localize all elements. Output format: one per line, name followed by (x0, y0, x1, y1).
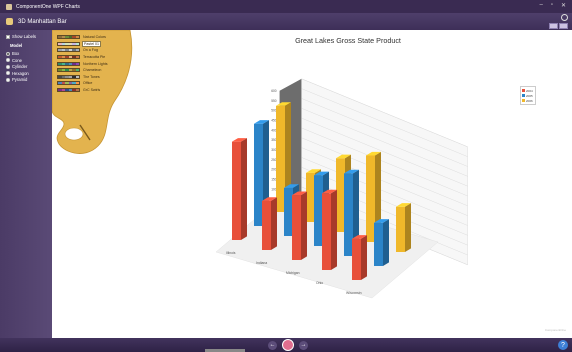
tab-code[interactable] (559, 23, 568, 29)
legend-label: 2006 (526, 98, 533, 103)
bar-michigan-2006-front (336, 158, 345, 232)
legend-swatch (522, 94, 525, 97)
bar-illinois-2004-side (241, 138, 247, 240)
bar-wisconsin-2006-side (405, 203, 411, 252)
y-tick-label: 350 (271, 138, 277, 142)
window-titlebar: ComponentOne WPF Charts – ▫ ✕ (0, 0, 572, 13)
model-option-hexagon[interactable]: Hexagon (6, 71, 52, 76)
bottom-nav-bar: ← → ? (0, 338, 572, 352)
bar-indiana-2006-front (306, 172, 315, 222)
legend-label: 2005 (526, 93, 533, 98)
watermark: ComponentOne (544, 328, 566, 332)
model-label: Cylinder (12, 64, 28, 69)
settings-gear-icon[interactable] (561, 14, 568, 21)
chart-icon (6, 18, 13, 25)
bar-indiana-2005-front (284, 187, 293, 236)
y-tick-label: 400 (271, 128, 277, 132)
sample-title: 3D Manhattan Bar (18, 18, 67, 25)
model-radio[interactable] (6, 77, 10, 82)
window-title: ComponentOne WPF Charts (16, 3, 80, 10)
y-tick-label: 450 (271, 119, 277, 123)
bar-wisconsin-2005-front (374, 222, 383, 266)
window-controls: – ▫ ✕ (539, 2, 566, 9)
chart-svg: 050100150200250300350400450500550600Illi… (215, 78, 468, 299)
y-tick-label: 300 (271, 148, 277, 152)
legend-item: 2006 (522, 98, 534, 103)
model-label: Pyramid (12, 77, 28, 82)
help-button[interactable]: ? (558, 340, 568, 350)
view-tabs (549, 23, 568, 29)
legend-label: 2004 (526, 88, 533, 93)
show-labels-label: Show Labels (12, 34, 36, 39)
model-option-cone[interactable]: Cone (6, 58, 52, 63)
bar-ohio-2004-side (331, 189, 337, 270)
tab-sample[interactable] (549, 23, 558, 29)
next-sample-button[interactable]: → (299, 340, 308, 350)
previous-sample-button[interactable]: ← (268, 340, 277, 350)
x-tick-label: Indiana (256, 261, 267, 265)
model-heading: Model (10, 43, 23, 48)
model-radio[interactable] (6, 58, 10, 62)
y-tick-label: 100 (271, 187, 277, 191)
model-radio-group: Box Cone Cylinder Hexagon Pyramid (6, 51, 52, 82)
bar-michigan-2004-front (292, 195, 301, 260)
model-label: Hexagon (12, 70, 29, 76)
home-button[interactable] (282, 339, 294, 351)
bar-michigan-2005-front (314, 175, 323, 246)
app-icon (6, 3, 12, 10)
legend-swatch (522, 89, 525, 92)
close-button[interactable]: ✕ (561, 2, 566, 9)
bar-wisconsin-2004-side (361, 235, 367, 280)
chart-area: 050100150200250300350400450500550600Illi… (52, 30, 572, 338)
sample-header: 3D Manhattan Bar (0, 13, 572, 30)
y-tick-label: 150 (271, 178, 277, 182)
bar-wisconsin-2004-front (352, 238, 361, 280)
show-labels-option[interactable]: Show Labels (6, 34, 52, 39)
y-tick-label: 500 (271, 109, 277, 113)
model-label: Cone (12, 57, 23, 63)
x-tick-label: Michigan (286, 271, 300, 275)
bar-wisconsin-2006-front (396, 206, 405, 252)
x-tick-label: Wisconsin (346, 291, 362, 295)
y-tick-label: 550 (271, 99, 277, 103)
bar-ohio-2006-front (366, 155, 375, 242)
bar-illinois-2004-front (232, 141, 241, 240)
minimize-button[interactable]: – (539, 2, 542, 9)
y-tick-label: 600 (271, 89, 277, 93)
model-radio[interactable] (6, 51, 10, 56)
show-labels-checkbox[interactable] (6, 34, 10, 39)
model-option-cylinder[interactable]: Cylinder (6, 64, 52, 69)
sample-navigation: ← → (268, 338, 308, 352)
model-option-pyramid[interactable]: Pyramid (6, 77, 52, 82)
x-tick-label: Ohio (316, 281, 323, 285)
y-tick-label: 200 (271, 168, 277, 172)
chart-legend: 2004 2005 2006 (520, 86, 536, 105)
chart-title: Great Lakes Gross State Product (295, 36, 401, 45)
y-tick-label: 250 (271, 158, 277, 162)
header-tools (549, 14, 568, 29)
bar-ohio-2004-front (322, 193, 331, 270)
maximize-button[interactable]: ▫ (551, 2, 553, 9)
model-option-box[interactable]: Box (6, 51, 52, 56)
bar-michigan-2004-side (301, 191, 307, 260)
bar-indiana-2004-front (262, 200, 271, 250)
bar-illinois-2005-front (254, 123, 263, 226)
bar-illinois-2006-front (276, 105, 285, 212)
bar-indiana-2004-side (271, 197, 277, 250)
x-tick-label: Illinois (226, 251, 236, 255)
model-radio[interactable] (6, 64, 10, 69)
bar-ohio-2005-front (344, 173, 353, 256)
legend-swatch (522, 99, 525, 102)
options-sidebar: Show Labels Model Box Cone Cylinder Hexagon… (0, 30, 52, 338)
model-label: Box (12, 51, 20, 56)
bar-wisconsin-2005-side (383, 219, 389, 266)
model-radio[interactable] (6, 71, 10, 75)
